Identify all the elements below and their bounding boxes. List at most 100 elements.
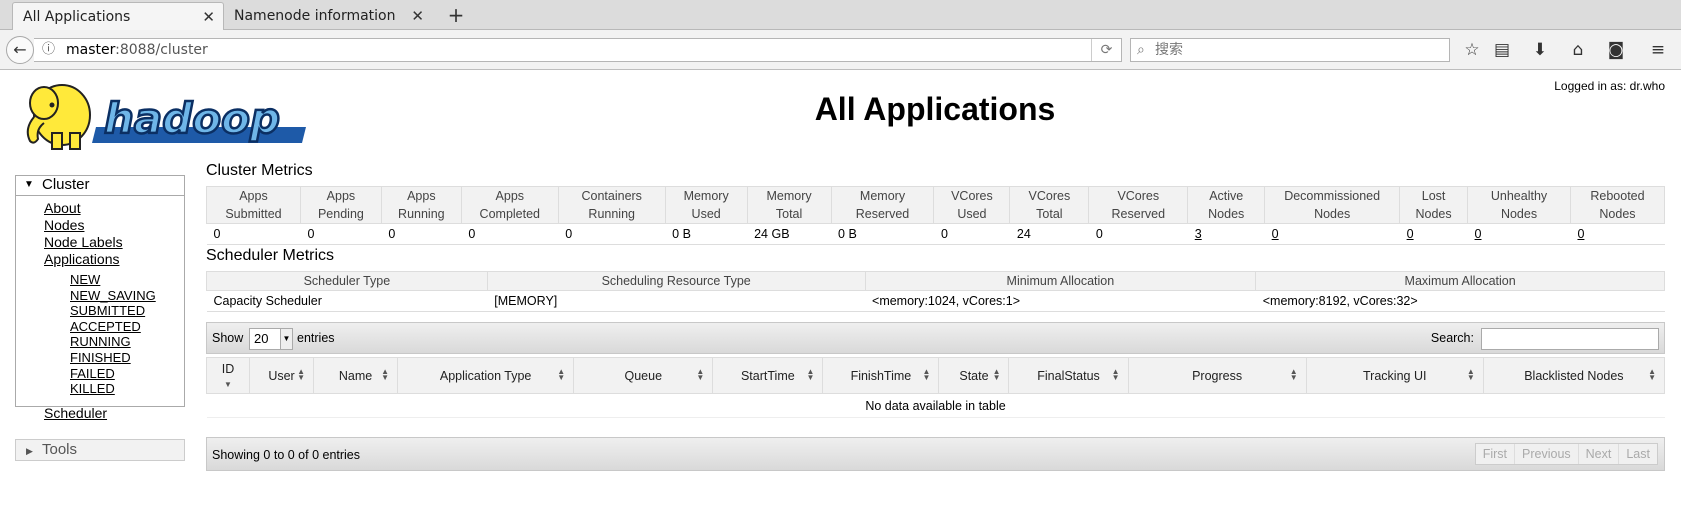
metric-value: 0 [206,223,301,245]
sort-icon: ▲ ▼ [992,367,1001,382]
reading-list-icon[interactable]: ▤ [1490,38,1514,62]
column-header-starttime[interactable]: StartTime ▲ ▼ [712,357,824,394]
dropdown-arrow-icon: ▼ [280,329,292,349]
scheduler-header: Maximum Allocation [1255,271,1665,291]
bookmark-star-icon[interactable]: ☆ [1460,38,1484,62]
pocket-icon[interactable]: ◙ [1604,38,1628,62]
new-tab-button[interactable]: + [444,2,468,28]
lost-nodes-link[interactable]: 0 [1407,227,1414,241]
cluster-metrics-header-row: Apps Submitted Apps Pending Apps Running Ap… [206,186,1666,224]
nav-link-scheduler[interactable]: Scheduler [16,405,184,422]
metric-header: VCores Used [933,186,1011,224]
decommissioned-nodes-link[interactable]: 0 [1272,227,1279,241]
tab-label: Namenode information [234,8,396,24]
column-header-finishtime[interactable]: FinishTime ▲ ▼ [822,357,940,394]
nav-link-about[interactable]: About [16,200,184,217]
nav-link-state-new[interactable]: NEW [16,272,184,288]
table-search-input[interactable] [1481,328,1659,350]
scheduler-value: <memory:8192, vCores:32> [1255,290,1665,312]
collapsed-triangle-icon: ▶ [26,446,33,456]
menu-icon[interactable]: ≡ [1646,38,1670,62]
metric-value: 0 [1399,223,1468,245]
metric-value: 0 B [831,223,934,245]
apps-table-toolbar: Show 20 ▼ entries Search: [206,322,1665,354]
column-header-progress[interactable]: Progress ▲ ▼ [1127,357,1307,394]
pager-last-button[interactable]: Last [1619,444,1657,464]
address-bar[interactable]: ⓘ master:8088/cluster ⟳ [34,38,1122,62]
page-content: Logged in as: dr.who hadoop All Applicat… [0,71,1681,514]
sort-desc-icon: ▼ [224,379,232,389]
tools-label: Tools [42,441,78,458]
cluster-header[interactable]: ▼ Cluster [16,176,184,196]
sort-icon: ▲ ▼ [1466,367,1475,382]
metric-header: Apps Pending [299,186,382,224]
search-input[interactable]: ⌕ 搜索 [1130,38,1450,62]
apps-header-row: ID ▼ User ▲ ▼ Name ▲ ▼ Application Type ▲ ▼ Que… [205,357,1666,394]
column-header-id[interactable]: ID ▼ [205,357,251,394]
close-tab-icon[interactable]: ✕ [202,3,215,31]
column-header-blacklisted-nodes[interactable]: Blacklisted Nodes ▲ ▼ [1482,357,1666,394]
column-header-name[interactable]: Name ▲ ▼ [313,357,399,394]
tools-header[interactable]: ▶ Tools [15,439,185,461]
nav-link-node-labels[interactable]: Node Labels [16,234,184,251]
nav-link-state-killed[interactable]: KILLED [16,381,184,397]
show-label: Show [212,331,244,345]
metric-value: 0 [1088,223,1188,245]
browser-nav-bar: ← ⓘ master:8088/cluster ⟳ ⌕ 搜索 ☆ ▤ ⬇ ⌂ ◙… [0,30,1681,70]
column-header-state[interactable]: State ▲ ▼ [938,357,1010,394]
expanded-triangle-icon: ▼ [24,179,34,191]
active-nodes-link[interactable]: 3 [1195,227,1202,241]
pager-next-button[interactable]: Next [1579,444,1620,464]
download-icon[interactable]: ⬇ [1528,38,1552,62]
scheduler-value: Capacity Scheduler [206,290,488,312]
sort-icon: ▲ ▼ [1289,367,1298,382]
cluster-links: About Nodes Node Labels Applications NEW… [16,196,184,422]
scheduler-value: <memory:1024, vCores:1> [865,290,1256,312]
reload-icon[interactable]: ⟳ [1091,39,1121,61]
column-header-application-type[interactable]: Application Type ▲ ▼ [397,357,575,394]
nav-link-nodes[interactable]: Nodes [16,217,184,234]
metric-header: VCores Total [1009,186,1090,224]
scheduler-metrics-title: Scheduler Metrics [206,247,335,264]
metric-header: Apps Submitted [206,186,301,224]
pager-previous-button[interactable]: Previous [1515,444,1579,464]
url-host: master [66,42,116,58]
column-header-user[interactable]: User ▲ ▼ [249,357,315,394]
hadoop-logo: hadoop [26,84,306,150]
nav-link-state-failed[interactable]: FAILED [16,366,184,382]
metric-header: Rebooted Nodes [1569,186,1666,224]
page-size-select[interactable]: 20 ▼ [249,328,293,350]
nav-link-applications[interactable]: Applications [16,251,184,268]
site-info-icon[interactable]: ⓘ [42,39,55,61]
nav-link-state-running[interactable]: RUNNING [16,334,184,350]
metric-header: Apps Running [380,186,462,224]
metric-header: Active Nodes [1187,186,1266,224]
nav-link-state-submitted[interactable]: SUBMITTED [16,303,184,319]
applications-table: ID ▼ User ▲ ▼ Name ▲ ▼ Application Type ▲ ▼ Que… [205,357,1666,418]
tab-all-applications[interactable]: All Applications ✕ [12,2,224,30]
tab-namenode-information[interactable]: Namenode information ✕ [224,2,432,30]
metric-value: 0 [558,223,666,245]
column-header-queue[interactable]: Queue ▲ ▼ [573,357,714,394]
column-header-finalstatus[interactable]: FinalStatus ▲ ▼ [1008,357,1129,394]
pager-first-button[interactable]: First [1476,444,1516,464]
metric-value: 0 B [665,223,748,245]
cluster-nav: ▼ Cluster About Nodes Node Labels Applica… [15,175,185,421]
unhealthy-nodes-link[interactable]: 0 [1475,227,1482,241]
nav-link-state-finished[interactable]: FINISHED [16,350,184,366]
metric-value: 0 [300,223,382,245]
scheduler-header: Scheduler Type [206,271,488,291]
page-size-value: 20 [254,331,269,346]
rebooted-nodes-link[interactable]: 0 [1577,227,1584,241]
scheduler-value-row: Capacity Scheduler [MEMORY] <memory:1024… [206,290,1665,312]
column-header-tracking-ui[interactable]: Tracking UI ▲ ▼ [1305,357,1484,394]
close-tab-icon[interactable]: ✕ [411,2,424,30]
scheduler-header-row: Scheduler Type Scheduling Resource Type … [206,271,1665,291]
tab-label: All Applications [23,9,131,25]
home-icon[interactable]: ⌂ [1566,38,1590,62]
nav-link-state-new-saving[interactable]: NEW_SAVING [16,288,184,304]
scheduler-value: [MEMORY] [487,290,866,312]
nav-link-state-accepted[interactable]: ACCEPTED [16,319,184,335]
back-button[interactable]: ← [6,36,34,64]
metric-value: 0 [1467,223,1571,245]
